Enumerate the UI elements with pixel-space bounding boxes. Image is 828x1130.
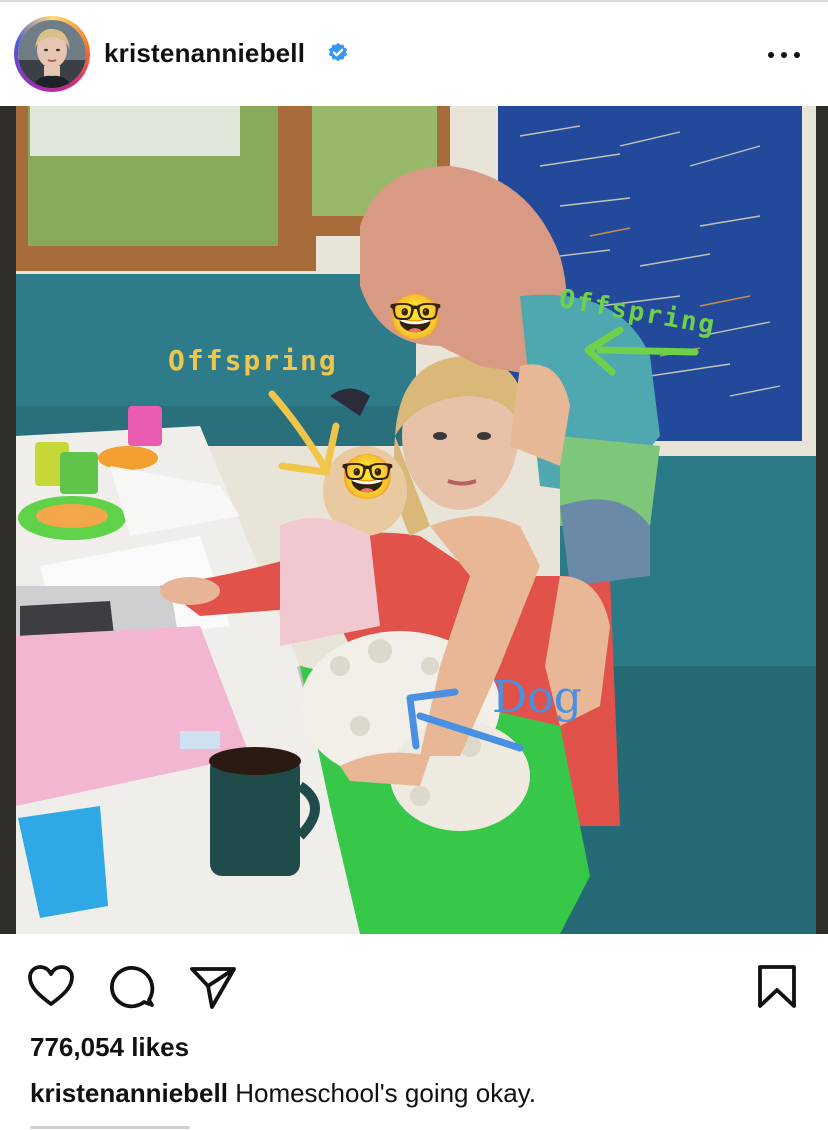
comment-icon[interactable] [106,962,156,1012]
post-username[interactable]: kristenanniebell [104,38,305,69]
post-photo[interactable]: Offspring Offspring Dog 🤓 🤓 [0,106,828,934]
avatar-story-ring[interactable] [14,16,90,92]
heart-icon[interactable] [26,962,76,1012]
send-icon[interactable] [188,962,238,1012]
annotation-dog: Dog [492,672,582,723]
like-count[interactable]: 776,054 likes [30,1032,189,1063]
avatar[interactable] [18,20,86,88]
nerd-face-emoji-right: 🤓 [388,293,443,342]
bookmark-icon[interactable] [752,962,802,1012]
nerd-face-emoji-left: 🤓 [340,453,395,502]
verified-badge-icon [328,42,348,62]
annotation-offspring-left: Offspring [168,344,338,377]
post-caption: kristenanniebell Homeschool's going okay… [30,1078,536,1109]
caption-username[interactable]: kristenanniebell [30,1078,228,1108]
post-header: kristenanniebell [0,2,828,106]
post-actions [0,944,828,1024]
next-line-cutoff [30,1122,190,1130]
caption-text: Homeschool's going okay. [235,1078,536,1108]
annotation-arrows [268,326,699,752]
more-options-icon[interactable] [764,40,804,68]
